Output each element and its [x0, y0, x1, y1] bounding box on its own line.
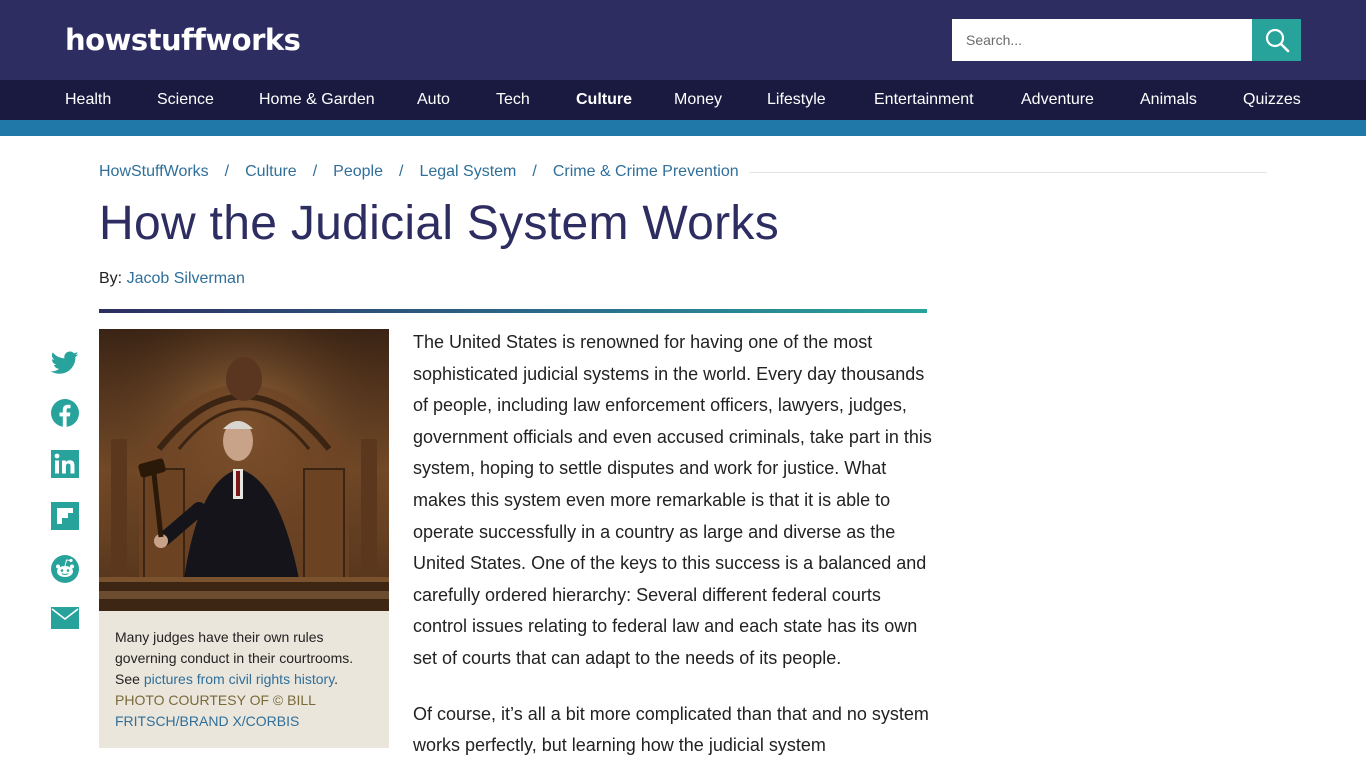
author-link[interactable]: Jacob Silverman	[127, 270, 245, 287]
share-linkedin[interactable]	[50, 449, 80, 479]
caption-link[interactable]: pictures from civil rights history	[144, 671, 334, 687]
judge-photo[interactable]	[99, 329, 389, 611]
nav-item-animals[interactable]: Animals	[1140, 80, 1197, 120]
accent-strip	[0, 120, 1366, 136]
email-icon	[51, 607, 79, 629]
photo-credit-link[interactable]: FRITSCH/BRAND X/CORBIS	[115, 713, 299, 729]
breadcrumb-separator: /	[532, 163, 537, 180]
search-input[interactable]	[952, 19, 1252, 61]
caption-end: .	[334, 671, 339, 687]
breadcrumb-divider	[749, 172, 1267, 173]
share-flipboard[interactable]	[50, 501, 80, 531]
main-nav: Health Science Home & Garden Auto Tech C…	[0, 80, 1366, 120]
site-logo[interactable]: howstuffworks	[65, 18, 301, 62]
title-divider	[99, 309, 927, 313]
nav-item-entertainment[interactable]: Entertainment	[874, 80, 974, 120]
breadcrumb-separator: /	[398, 163, 404, 180]
breadcrumb-separator: /	[224, 163, 230, 180]
article-body: The United States is renowned for having…	[413, 327, 933, 768]
article-figure: Many judges have their own rules governi…	[99, 329, 389, 748]
breadcrumb-separator: /	[312, 163, 318, 180]
reddit-icon	[51, 555, 79, 583]
share-email[interactable]	[50, 603, 80, 633]
breadcrumb-howstuffworks[interactable]: HowStuffWorks	[99, 163, 209, 181]
search-box	[952, 19, 1301, 61]
page-title: How the Judicial System Works	[99, 197, 780, 250]
nav-item-tech[interactable]: Tech	[496, 80, 530, 120]
flipboard-icon	[51, 502, 79, 530]
twitter-icon	[51, 351, 79, 374]
breadcrumb: HowStuffWorks / Culture / People / Legal…	[99, 160, 739, 184]
nav-item-adventure[interactable]: Adventure	[1021, 80, 1094, 120]
search-icon	[1265, 28, 1289, 53]
logo-text: howstuffworks	[65, 23, 301, 57]
byline-prefix: By:	[99, 270, 123, 287]
figure-caption: Many judges have their own rules governi…	[99, 611, 389, 748]
article-paragraph: The United States is renowned for having…	[413, 332, 932, 668]
breadcrumb-crime-prevention[interactable]: Crime & Crime Prevention	[553, 163, 739, 181]
nav-item-money[interactable]: Money	[674, 80, 722, 120]
photo-credit: PHOTO COURTESY OF © BILL	[115, 692, 316, 708]
nav-item-lifestyle[interactable]: Lifestyle	[767, 80, 826, 120]
nav-item-culture[interactable]: Culture	[576, 80, 632, 120]
linkedin-icon	[51, 450, 79, 478]
byline: By: Jacob Silverman	[99, 270, 245, 288]
breadcrumb-legal-system[interactable]: Legal System	[419, 163, 516, 181]
nav-item-auto[interactable]: Auto	[417, 80, 450, 120]
nav-item-home-garden[interactable]: Home & Garden	[259, 80, 375, 120]
share-reddit[interactable]	[50, 554, 80, 584]
facebook-icon	[51, 399, 79, 427]
search-button[interactable]	[1252, 19, 1301, 61]
share-twitter[interactable]	[50, 348, 80, 378]
site-header: howstuffworks	[0, 0, 1366, 80]
breadcrumb-culture[interactable]: Culture	[245, 163, 297, 181]
nav-item-quizzes[interactable]: Quizzes	[1243, 80, 1301, 120]
breadcrumb-people[interactable]: People	[333, 163, 383, 181]
share-facebook[interactable]	[50, 398, 80, 428]
nav-item-health[interactable]: Health	[65, 80, 111, 120]
article-paragraph: Of course, it’s all a bit more complicat…	[413, 703, 929, 756]
nav-item-science[interactable]: Science	[157, 80, 214, 120]
